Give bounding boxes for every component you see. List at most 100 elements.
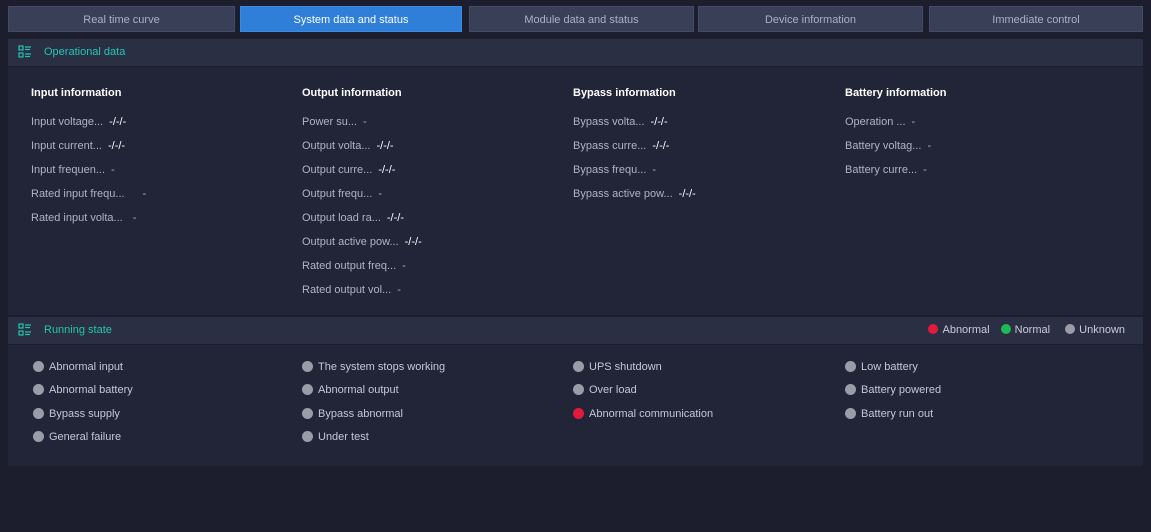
legend-unknown: Unknown bbox=[1065, 324, 1125, 336]
state-abnormal-input: Abnormal input bbox=[33, 359, 123, 375]
output-information-heading: Output information bbox=[302, 87, 402, 99]
bypass-active-power-row: Bypass active pow... -/-/- bbox=[573, 182, 696, 206]
state-bypass-abnormal: Bypass abnormal bbox=[302, 406, 403, 422]
battery-information-column: Battery information Operation ... - Batte… bbox=[845, 86, 946, 182]
running-state-panel: Abnormal input Abnormal battery Bypass s… bbox=[8, 345, 1143, 466]
state-abnormal-output: Abnormal output bbox=[302, 382, 399, 398]
row-label: Output curre... bbox=[302, 164, 373, 176]
status-dot-icon bbox=[573, 384, 584, 395]
tab-device-information[interactable]: Device information bbox=[698, 6, 923, 32]
bypass-information-heading: Bypass information bbox=[573, 87, 676, 99]
state-system-stops-working: The system stops working bbox=[302, 359, 445, 375]
state-label: General failure bbox=[49, 431, 122, 443]
row-value: - bbox=[378, 188, 382, 200]
status-dot-icon bbox=[845, 361, 856, 372]
row-label: Bypass volta... bbox=[573, 116, 645, 128]
status-dot-icon bbox=[302, 361, 313, 372]
row-value: - bbox=[142, 188, 147, 200]
running-state-header: Running state Abnormal Normal Unknown bbox=[8, 317, 1143, 344]
state-label: Under test bbox=[318, 431, 369, 443]
row-label: Rated output freq... bbox=[302, 260, 397, 272]
row-value: -/-/- bbox=[109, 116, 127, 128]
row-value: -/-/- bbox=[678, 188, 696, 200]
status-dot-icon bbox=[33, 408, 44, 419]
status-dot-icon bbox=[573, 408, 584, 419]
list-icon bbox=[18, 323, 31, 336]
operation-row: Operation ... - bbox=[845, 110, 946, 134]
output-load-rate-row: Output load ra... -/-/- bbox=[302, 206, 422, 230]
rated-input-frequency-row: Rated input frequ... - bbox=[31, 182, 146, 206]
row-label: Output active pow... bbox=[302, 236, 399, 248]
tab-immediate-control[interactable]: Immediate control bbox=[929, 6, 1143, 32]
row-label: Bypass frequ... bbox=[573, 164, 647, 176]
row-value: - bbox=[111, 164, 115, 176]
status-dot-icon bbox=[33, 361, 44, 372]
status-dot-icon bbox=[33, 384, 44, 395]
power-supply-row: Power su... - bbox=[302, 110, 422, 134]
row-label: Input voltage... bbox=[31, 116, 104, 128]
row-label: Rated output vol... bbox=[302, 284, 392, 296]
legend-abnormal: Abnormal bbox=[928, 324, 990, 336]
row-value: - bbox=[923, 164, 927, 176]
row-value: - bbox=[397, 284, 401, 296]
unknown-dot-icon bbox=[1065, 324, 1076, 334]
rated-output-voltage-row: Rated output vol... - bbox=[302, 278, 422, 302]
status-dot-icon bbox=[845, 408, 856, 419]
row-value: - bbox=[402, 260, 406, 272]
input-current-row: Input current... -/-/- bbox=[31, 134, 146, 158]
output-active-power-row: Output active pow... -/-/- bbox=[302, 230, 422, 254]
row-label: Power su... bbox=[302, 116, 358, 128]
tab-real-time-curve[interactable]: Real time curve bbox=[8, 6, 235, 32]
output-information-column: Output information Power su... - Output v… bbox=[302, 86, 422, 302]
state-abnormal-battery: Abnormal battery bbox=[33, 382, 133, 398]
row-label: Output load ra... bbox=[302, 212, 381, 224]
state-over-load: Over load bbox=[573, 382, 637, 398]
row-label: Input current... bbox=[31, 140, 102, 152]
battery-voltage-row: Battery voltag... - bbox=[845, 134, 946, 158]
legend-label: Unknown bbox=[1079, 324, 1125, 336]
state-battery-run-out: Battery run out bbox=[845, 406, 933, 422]
status-dot-icon bbox=[302, 431, 313, 442]
state-label: Abnormal communication bbox=[589, 408, 714, 420]
state-label: Bypass abnormal bbox=[318, 408, 403, 420]
rated-input-voltage-row: Rated input volta... - bbox=[31, 206, 146, 230]
row-label: Input frequen... bbox=[31, 164, 105, 176]
bypass-information-column: Bypass information Bypass volta... -/-/- … bbox=[573, 86, 696, 206]
state-bypass-supply: Bypass supply bbox=[33, 406, 120, 422]
tab-bar: Real time curve System data and status M… bbox=[8, 6, 1143, 32]
row-label: Bypass curre... bbox=[573, 140, 647, 152]
row-value: -/-/- bbox=[107, 140, 126, 152]
output-voltage-row: Output volta... -/-/- bbox=[302, 134, 422, 158]
state-label: Low battery bbox=[861, 361, 918, 373]
output-frequency-row: Output frequ... - bbox=[302, 182, 422, 206]
row-value: -/-/- bbox=[404, 236, 422, 248]
bypass-frequency-row: Bypass frequ... - bbox=[573, 158, 696, 182]
state-label: The system stops working bbox=[318, 361, 446, 373]
row-value: -/-/- bbox=[378, 164, 396, 176]
row-value: - bbox=[911, 116, 916, 128]
state-battery-powered: Battery powered bbox=[845, 382, 941, 398]
normal-dot-icon bbox=[1000, 324, 1011, 334]
bypass-voltage-row: Bypass volta... -/-/- bbox=[573, 110, 696, 134]
state-label: Battery run out bbox=[861, 408, 934, 420]
row-label: Battery curre... bbox=[845, 164, 918, 176]
row-label: Rated input frequ... bbox=[31, 188, 125, 200]
abnormal-dot-icon bbox=[928, 324, 939, 334]
legend-label: Abnormal bbox=[942, 324, 990, 336]
legend-label: Normal bbox=[1014, 324, 1051, 336]
battery-current-row: Battery curre... - bbox=[845, 158, 946, 182]
state-ups-shutdown: UPS shutdown bbox=[573, 359, 662, 375]
tab-module-data-and-status[interactable]: Module data and status bbox=[469, 6, 694, 32]
row-label: Battery voltag... bbox=[845, 140, 922, 152]
row-value: - bbox=[363, 116, 367, 128]
tab-system-data-and-status[interactable]: System data and status bbox=[240, 6, 462, 32]
bypass-current-row: Bypass curre... -/-/- bbox=[573, 134, 696, 158]
row-value: -/-/- bbox=[376, 140, 394, 152]
status-dot-icon bbox=[33, 431, 44, 442]
operational-data-panel: Input information Input voltage... -/-/- … bbox=[8, 67, 1143, 315]
state-label: Abnormal output bbox=[318, 384, 399, 396]
input-voltage-row: Input voltage... -/-/- bbox=[31, 110, 146, 134]
input-frequency-row: Input frequen... - bbox=[31, 158, 146, 182]
row-value: - bbox=[652, 164, 657, 176]
row-value: -/-/- bbox=[386, 212, 404, 224]
